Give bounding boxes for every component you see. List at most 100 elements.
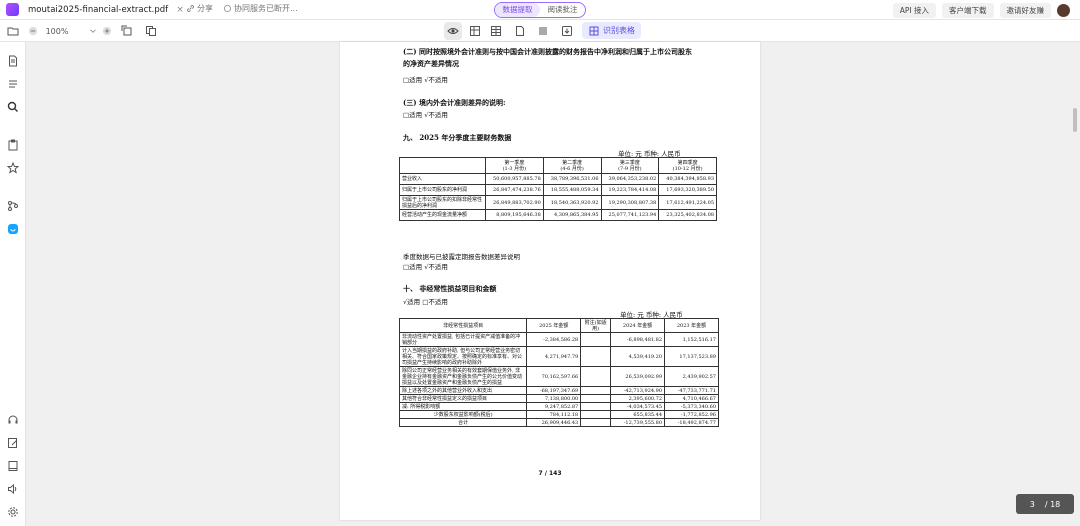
title-bar: moutai2025-financial-extract.pdf × 分享 协同… [0,0,1080,20]
table-layout-icon[interactable] [488,20,504,42]
cell-value: 50,600,957,885.78 [485,173,544,185]
zoom-out-icon[interactable] [28,20,38,42]
cell-note [580,332,612,347]
cell-value: 1,152,516.17 [664,332,719,347]
cell-value: 26,539,092.99 [610,366,666,387]
cell-value: 39,064,353,238.02 [600,173,660,185]
cell-value: 38,789,396,531.06 [542,173,602,185]
cell-value: -6,898,481.82 [610,332,666,347]
table-header-row: 非经常性损益项目 2025 年金额 附注(如适用) 2024 年金额 2023 … [398,318,719,333]
rotate-icon[interactable] [120,20,134,42]
cell-value: 23,325,402,834.08 [658,209,717,221]
copy-icon[interactable] [144,20,158,42]
section-2-title-line2: 的净资产差异情况 [403,59,459,68]
app-logo-icon [6,3,19,16]
quarter-diff-applicability: □适用 √不适用 [403,263,448,271]
headset-icon[interactable] [6,413,20,427]
cell-value: 9,247,852.87 [526,402,582,411]
page-navigator[interactable]: 3 / 18 [1016,494,1074,514]
zoom-in-icon[interactable] [102,20,112,42]
cell-value: -18,492,874.77 [664,418,719,427]
edit-note-icon[interactable] [6,436,20,450]
row-label: 非流动性资产处置损益, 包括已计提资产减值准备的冲销部分 [398,332,528,347]
page-icon[interactable] [512,20,528,42]
download-icon[interactable] [559,20,575,42]
speaker-icon[interactable] [6,482,20,496]
section-10-title: 十、 非经常性损益项目和金额 [403,284,497,293]
document-tab-name[interactable]: moutai2025-financial-extract.pdf [28,5,168,15]
non-recurring-items-table: 非经常性损益项目 2025 年金额 附注(如适用) 2024 年金额 2023 … [398,318,719,427]
row-label: 归属于上市公司股东的扣除非经常性损益后的净利润 [399,195,486,210]
table-row: 非流动性资产处置损益, 包括已计提资产减值准备的冲销部分 -2,384,586.… [398,332,719,347]
table-row: 归属于上市公司股东的净利润 26,847,474,238.76 18,555,4… [399,184,717,196]
ocr-table-button[interactable]: 识别表格 [582,22,641,39]
zoom-value: 100% [45,26,69,36]
document-tab[interactable]: moutai2025-financial-extract.pdf × [28,0,186,20]
header-cell: 附注(如适用) [580,318,612,333]
section-3-applicability: □适用 √不适用 [403,111,448,119]
row-label: 营业收入 [399,173,486,185]
cell-value: 4,539,419.20 [610,346,666,367]
row-label: 少数股东权益影响额(税后) [398,410,528,419]
download-client-button[interactable]: 客户端下载 [942,3,994,18]
header-cell: 第四季度 (10-12 月份) [658,157,717,174]
document-icon[interactable] [6,54,20,68]
page-number-footer: 7 / 143 [538,470,562,477]
table-edit-icon[interactable] [467,20,483,42]
row-label: 减: 所得税影响额 [398,402,528,411]
scrollbar-thumb[interactable] [1073,108,1077,132]
cell-value: -2,384,586.28 [526,332,582,347]
table-row: 除上述各项之外的其他营业外收入和支出 -68,197,347.69 -42,71… [398,386,719,395]
cell-value: -68,197,347.69 [526,386,582,395]
sync-status-text: 协同服务已断开... [234,4,298,13]
tab-read-annotate[interactable]: 阅读批注 [540,3,585,17]
header-cell [399,157,486,174]
list-lines-icon[interactable] [535,20,551,42]
avatar[interactable] [1057,4,1070,17]
cell-value: 18,540,363,920.92 [542,195,602,210]
current-page[interactable]: 3 [1030,500,1035,509]
section-2-applicability: □适用 √不适用 [403,76,448,84]
cell-note [580,346,612,367]
cell-value: -42,713,924.90 [610,386,666,395]
quarter-diff-note: 季度数据与已披露定期报告数据差异说明 [403,253,520,261]
tab-data-extract[interactable]: 数据提取 [495,3,540,17]
table-row: 计入当期损益的政府补助, 但与公司正常经营业务密切相关、符合国家政策规定、按照确… [398,346,719,367]
settings-icon[interactable] [6,505,20,519]
invite-friends-button[interactable]: 邀请好友赚 [999,3,1051,18]
sync-status: 协同服务已断开... [223,3,298,14]
close-tab-icon[interactable]: × [174,5,186,15]
eye-icon[interactable] [444,22,462,40]
cell-value: 8,809,195,646.38 [485,209,544,221]
cell-value: -5,373,340.60 [664,402,719,411]
table-row: 少数股东权益影响额(税后) 784,112.18 655,835.44 -1,7… [398,410,719,419]
row-label: 计入当期损益的政府补助, 但与公司正常经营业务密切相关、符合国家政策规定、按照确… [398,346,528,367]
search-icon[interactable] [6,100,20,114]
cell-value: 19,223,784,414.08 [600,184,660,196]
cell-value: -4,034,573.45 [610,402,666,411]
folder-icon[interactable] [6,20,20,42]
branch-icon[interactable] [6,199,20,213]
api-button[interactable]: API 接入 [892,3,936,18]
ai-assistant-icon[interactable] [6,222,20,236]
section-10-applicability: √适用 □不适用 [403,298,448,306]
chevron-down-icon[interactable] [88,20,98,42]
cell-value: 25,077,741,123.94 [600,209,660,221]
header-cell: 第三季度 (7-9 月份) [600,157,660,174]
share-button[interactable]: 分享 [186,3,213,14]
cell-value: 17,693,320,389.50 [658,184,717,196]
mode-switch: 数据提取 阅读批注 [494,2,586,18]
zoom-level[interactable]: 100% [44,20,70,42]
cell-value: 4,309,865,384.95 [542,209,602,221]
book-icon[interactable] [6,459,20,473]
table-row: 归属于上市公司股东的扣除非经常性损益后的净利润 26,849,883,702.9… [399,195,717,210]
cell-value: 2,395,600.72 [610,394,666,403]
row-label: 经营活动产生的现金流量净额 [399,209,486,221]
cell-value: -1,772,852.96 [664,410,719,419]
outline-icon[interactable] [6,77,20,91]
clipboard-icon[interactable] [6,138,20,152]
star-icon[interactable] [6,161,20,175]
pdf-page: (二) 同时按照境外会计准则与按中国会计准则披露的财务报告中净利润和归属于上市公… [340,42,760,520]
table-row: 经营活动产生的现金流量净额 8,809,195,646.38 4,309,865… [399,209,717,221]
cell-value: 26,847,474,238.76 [485,184,544,196]
